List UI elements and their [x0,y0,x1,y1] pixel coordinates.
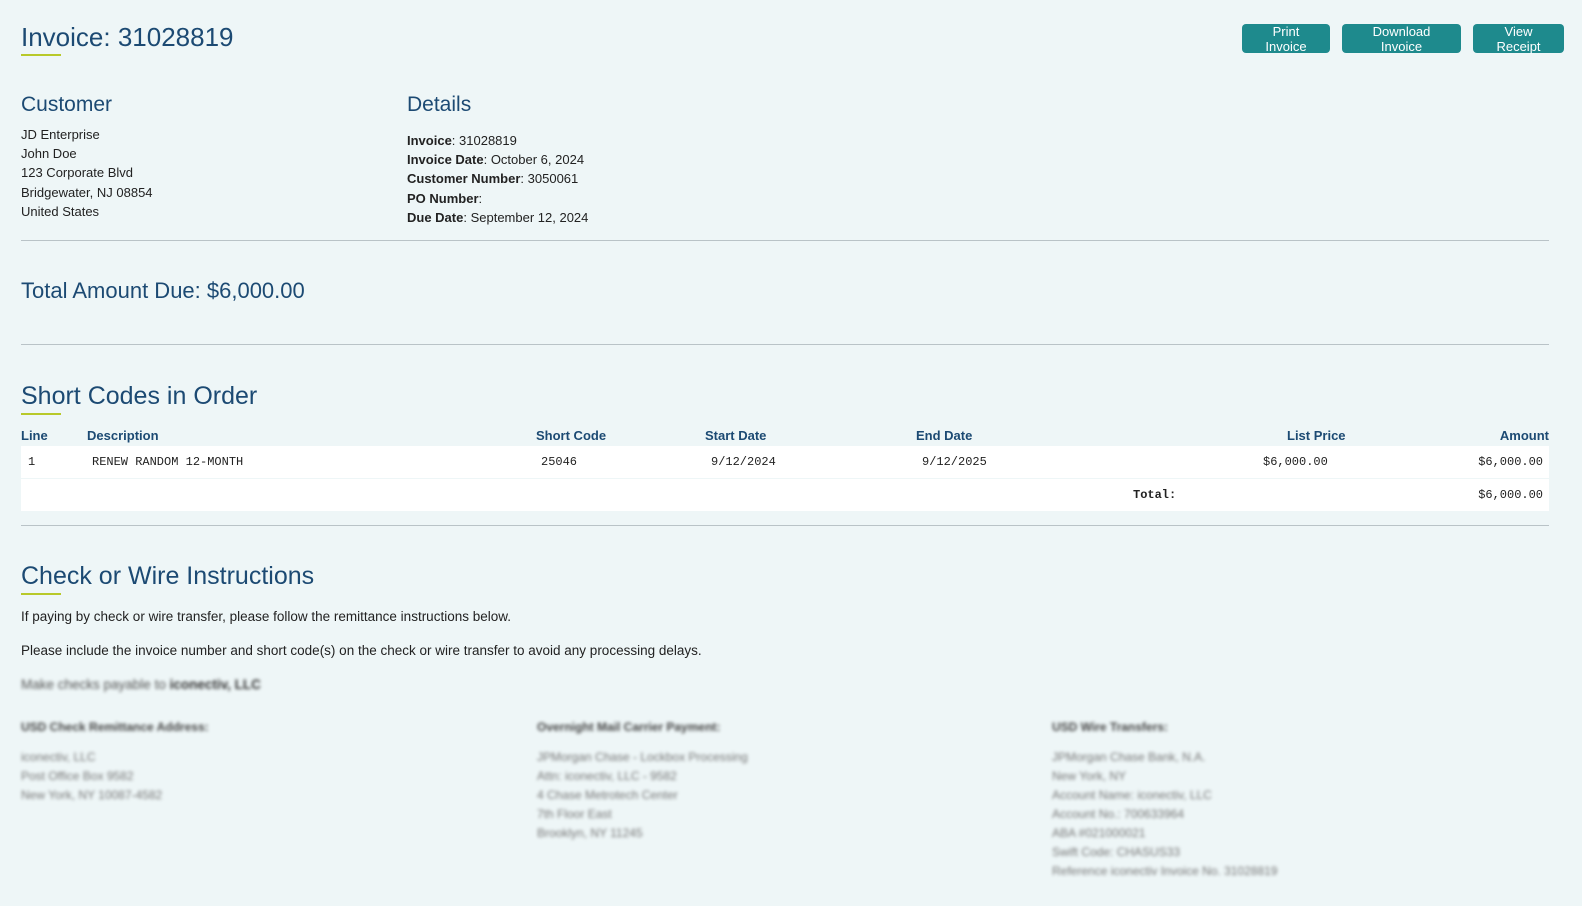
detail-customer-number: Customer Number: 3050061 [407,171,579,187]
wire-transfers-details: JPMorgan Chase Bank, N.A. New York, NY A… [1052,750,1278,878]
overnight-payment-heading: Overnight Mail Carrier Payment: [537,720,721,734]
col-header-start-date: Start Date [705,428,767,443]
col-header-amount: Amount [1499,428,1549,443]
table-total-row: Total: $6,000.00 [21,479,1549,511]
col-header-description: Description [87,428,159,443]
divider [21,525,1549,526]
customer-city: Bridgewater, NJ 08854 [21,184,153,200]
details-list: Invoice: 31028819 Invoice Date: October … [407,131,588,227]
row-end-date: 9/12/2025 [922,455,987,469]
check-remittance-address: iconectiv, LLC Post Office Box 9582 New … [21,750,163,802]
total-value: $6,000.00 [1478,488,1543,502]
short-codes-heading: Short Codes in Order [21,382,258,410]
view-receipt-button[interactable]: View Receipt [1473,24,1564,54]
col-header-list-price: List Price [1287,428,1346,443]
instructions-heading: Check or Wire Instructions [21,562,315,590]
row-description: RENEW RANDOM 12-MONTH [92,455,244,469]
detail-po-number: PO Number: [407,190,483,206]
customer-company: JD Enterprise [21,127,100,142]
row-short-code: 25046 [541,455,578,469]
invoice-page: Invoice: 31028819 Print Invoice Download… [21,0,1564,906]
payable-to: Make checks payable to iconectiv, LLC [21,677,261,692]
row-line: 1 [28,455,36,469]
col-header-short-code: Short Code [536,428,607,443]
col-header-line: Line [21,428,48,443]
invoice-actions: Print Invoice Download Invoice View Rece… [1242,24,1564,54]
instructions-paragraph-1: If paying by check or wire transfer, ple… [21,609,511,624]
table-row: 1 RENEW RANDOM 12-MONTH 25046 9/12/2024 … [21,446,1549,478]
divider [21,240,1549,241]
title-underline [21,54,61,56]
detail-due-date: Due Date: September 12, 2024 [407,209,589,225]
row-amount: $6,000.00 [1478,455,1543,469]
total-label: Total: [1133,488,1177,502]
row-list-price: $6,000.00 [1263,455,1328,469]
customer-heading: Customer [21,93,113,116]
customer-country: United States [21,203,100,219]
customer-contact: John Doe [21,146,77,162]
overnight-payment-address: JPMorgan Chase - Lockbox Processing Attn… [537,750,748,840]
details-heading: Details [407,93,472,116]
check-remittance-heading: USD Check Remittance Address: [21,720,209,734]
wire-transfers-heading: USD Wire Transfers: [1052,720,1168,734]
divider [21,344,1549,345]
short-codes-underline [21,413,61,415]
detail-invoice: Invoice: 31028819 [407,133,517,148]
customer-street: 123 Corporate Blvd [21,165,134,181]
col-header-end-date: End Date [916,428,973,443]
print-invoice-button[interactable]: Print Invoice [1242,24,1330,54]
download-invoice-button[interactable]: Download Invoice [1342,24,1461,54]
instructions-underline [21,593,61,595]
row-start-date: 9/12/2024 [711,455,776,469]
detail-invoice-date: Invoice Date: October 6, 2024 [407,152,585,168]
page-title: Invoice: 31028819 [21,22,234,52]
total-amount-due: Total Amount Due: $6,000.00 [21,278,305,303]
instructions-paragraph-2: Please include the invoice number and sh… [21,643,702,658]
customer-address: JD Enterprise John Doe 123 Corporate Blv… [21,125,153,221]
